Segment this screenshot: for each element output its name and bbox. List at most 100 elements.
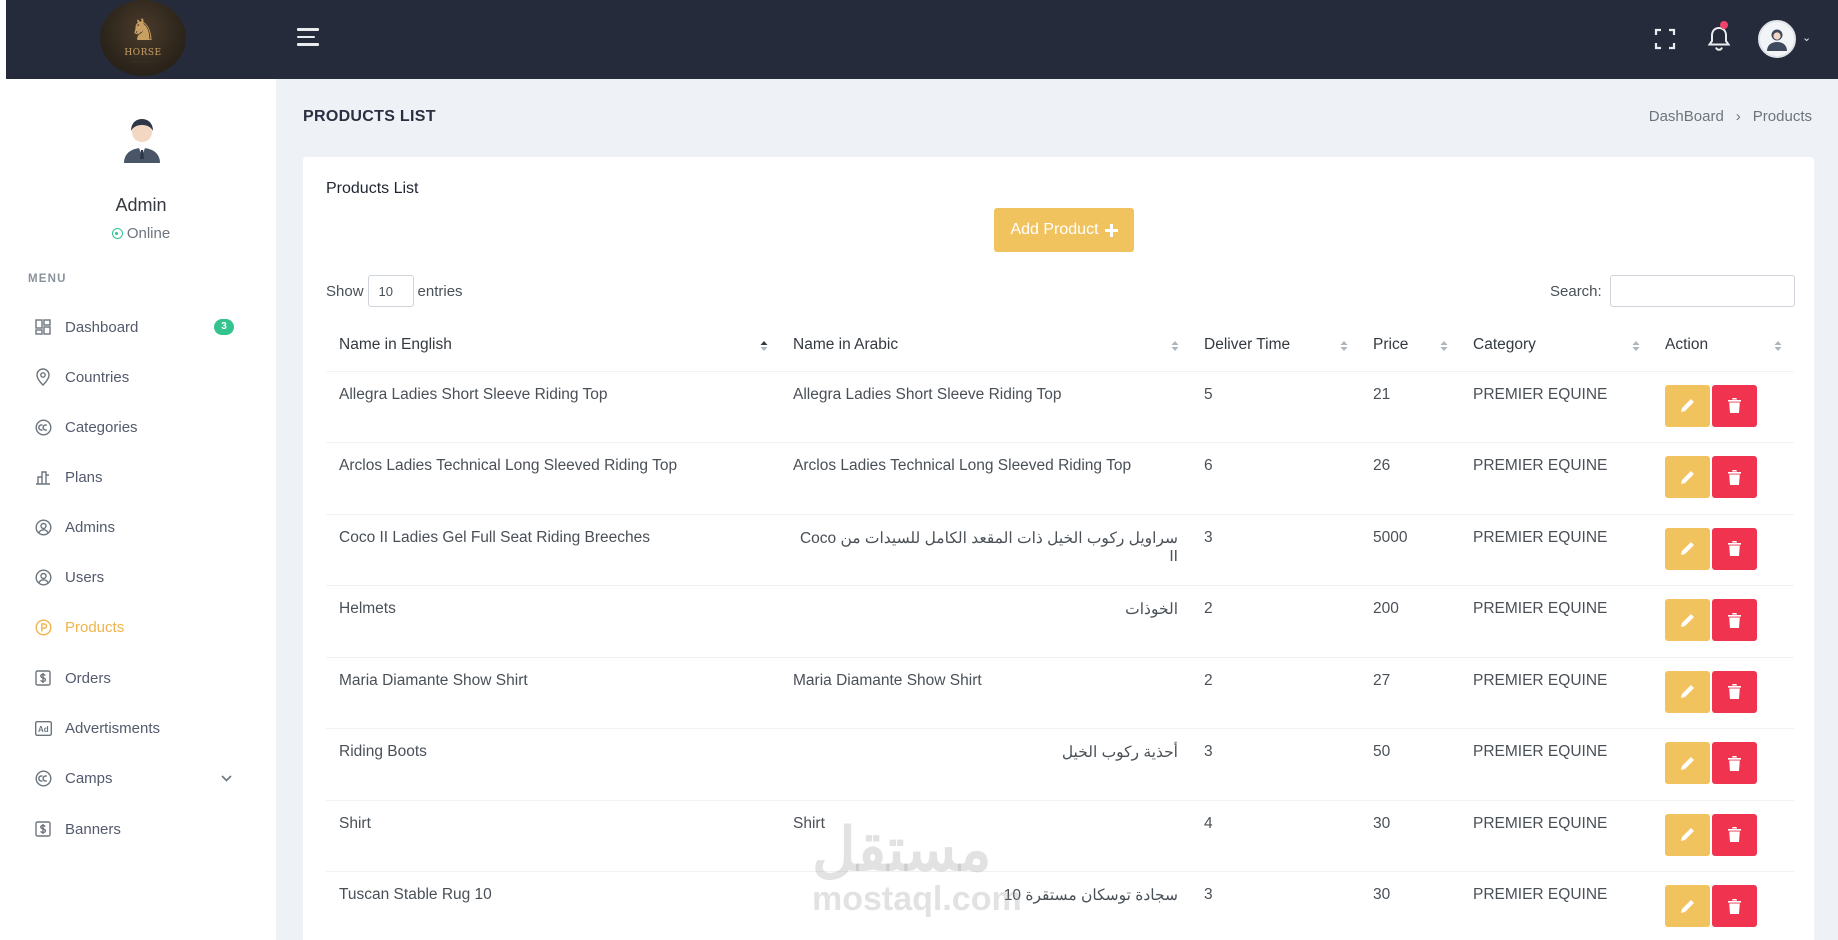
products-table: Name in English Name in Arabic Deliver T… <box>326 319 1794 940</box>
svg-text:Ad: Ad <box>38 725 49 734</box>
product-icon <box>34 618 52 636</box>
delete-button[interactable] <box>1712 456 1757 498</box>
pencil-icon <box>1681 899 1694 913</box>
sidebar-item-countries[interactable]: Countries <box>28 361 258 393</box>
breadcrumb-dashboard[interactable]: DashBoard <box>1649 108 1724 125</box>
sidebar-item-banners[interactable]: Banners <box>28 813 258 845</box>
table-row: Helmets الخوذات 2 200 PREMIER EQUINE <box>326 585 1794 658</box>
column-header-category[interactable]: Category <box>1460 319 1652 372</box>
trash-icon <box>1728 755 1741 771</box>
delete-button[interactable] <box>1712 813 1757 856</box>
pencil-icon <box>1681 399 1694 412</box>
edit-button[interactable] <box>1665 742 1710 784</box>
cell-deliver-time: 2 <box>1191 585 1360 658</box>
edit-button[interactable] <box>1665 813 1710 856</box>
add-product-button[interactable]: Add Product <box>994 208 1134 252</box>
column-header-deliver-time[interactable]: Deliver Time <box>1191 319 1360 372</box>
cell-deliver-time: 3 <box>1191 871 1360 940</box>
notification-bell-icon[interactable] <box>1706 24 1732 52</box>
dashboard-icon <box>34 318 52 336</box>
fullscreen-icon[interactable] <box>1654 28 1676 50</box>
cell-category: PREMIER EQUINE <box>1460 728 1652 801</box>
cell-name-arabic: أحذية ركوب الخيل <box>780 728 1191 801</box>
cell-deliver-time: 2 <box>1191 657 1360 729</box>
horse-station-logo[interactable]: ♞ HORSE ······· <box>100 0 186 76</box>
cell-deliver-time: 5 <box>1191 371 1360 443</box>
edit-button[interactable] <box>1665 599 1710 641</box>
table-row: Arclos Ladies Technical Long Sleeved Rid… <box>326 442 1794 515</box>
column-header-name-english[interactable]: Name in English <box>326 319 780 372</box>
chevron-down-icon[interactable]: ⌄ <box>1802 31 1811 44</box>
sidebar-item-label: Countries <box>65 368 130 386</box>
cell-price: 200 <box>1360 585 1460 658</box>
search-input[interactable] <box>1609 275 1795 307</box>
delete-button[interactable] <box>1712 670 1757 713</box>
menu-title: MENU <box>28 273 67 285</box>
sort-icon <box>1440 341 1448 351</box>
sidebar-item-users[interactable]: Users <box>28 561 258 593</box>
table-row: Maria Diamante Show Shirt Maria Diamante … <box>326 657 1794 729</box>
card-title: Products List <box>326 180 419 197</box>
sidebar-item-label: Plans <box>65 468 103 486</box>
sidebar-item-products[interactable]: Products <box>28 611 258 643</box>
sidebar-item-dashboard[interactable]: Dashboard 3 <box>28 311 258 343</box>
entries-select[interactable]: 10 <box>367 275 414 307</box>
admin-avatar-icon <box>124 119 160 163</box>
sidebar-item-orders[interactable]: Orders <box>28 662 258 694</box>
user-circle-icon <box>34 568 52 586</box>
sidebar-item-label: Users <box>65 568 105 586</box>
dollar-square-icon <box>34 820 52 838</box>
column-header-action[interactable]: Action <box>1652 319 1794 372</box>
delete-button[interactable] <box>1712 885 1757 927</box>
table-row: Tuscan Stable Rug 10 سجادة توسكان مستقرة … <box>326 871 1794 940</box>
column-header-price[interactable]: Price <box>1360 319 1460 372</box>
breadcrumb-current: Products <box>1752 108 1812 125</box>
app-frame: ♞ HORSE ······· ⌄ Admin Online MENU Dash… <box>6 0 1838 940</box>
cell-actions <box>1652 371 1794 443</box>
column-header-name-arabic[interactable]: Name in Arabic <box>780 319 1191 372</box>
cell-category: PREMIER EQUINE <box>1460 514 1652 586</box>
sidebar-item-camps[interactable]: Camps <box>28 762 258 794</box>
admin-status: Online <box>6 225 276 242</box>
cell-deliver-time: 4 <box>1191 800 1360 872</box>
ad-icon: Ad <box>34 719 52 737</box>
delete-button[interactable] <box>1712 384 1757 427</box>
user-circle-icon <box>34 518 52 536</box>
cell-name-english: Maria Diamante Show Shirt <box>326 657 780 729</box>
online-status-icon <box>111 228 123 239</box>
sidebar-item-plans[interactable]: Plans <box>28 461 258 493</box>
trash-icon <box>1728 684 1741 699</box>
cell-name-english: Shirt <box>326 800 780 872</box>
edit-button[interactable] <box>1665 885 1710 927</box>
user-avatar[interactable] <box>1758 20 1796 58</box>
cell-actions <box>1652 728 1794 801</box>
sidebar-item-advertisments[interactable]: Ad Advertisments <box>28 712 258 744</box>
cell-name-english: Riding Boots <box>326 728 780 801</box>
delete-button[interactable] <box>1712 742 1757 784</box>
sidebar-item-label: Dashboard <box>65 318 139 336</box>
cell-price: 30 <box>1360 800 1460 872</box>
cell-name-english: Arclos Ladies Technical Long Sleeved Rid… <box>326 442 780 515</box>
search-label: Search: <box>1550 282 1602 300</box>
edit-button[interactable] <box>1665 456 1710 498</box>
sidebar-item-label: Camps <box>65 769 113 787</box>
cell-deliver-time: 3 <box>1191 728 1360 801</box>
products-card: Products List Add Product Show 10 entrie… <box>303 157 1814 940</box>
copyright-icon <box>34 418 52 436</box>
cell-category: PREMIER EQUINE <box>1460 800 1652 872</box>
menu-toggle-icon[interactable] <box>297 28 321 50</box>
entries-value: 10 <box>378 283 393 299</box>
sidebar-item-categories[interactable]: Categories <box>28 411 258 443</box>
entries-control: Show 10 entries <box>326 275 463 307</box>
edit-button[interactable] <box>1665 527 1710 570</box>
sidebar-item-label: Products <box>65 618 125 636</box>
cell-actions <box>1652 800 1794 872</box>
edit-button[interactable] <box>1665 670 1710 713</box>
cell-category: PREMIER EQUINE <box>1460 442 1652 515</box>
logo-sub-text: ······· <box>131 59 155 64</box>
edit-button[interactable] <box>1665 384 1710 427</box>
delete-button[interactable] <box>1712 599 1757 641</box>
sidebar-item-admins[interactable]: Admins <box>28 511 258 543</box>
pencil-icon <box>1681 613 1694 627</box>
delete-button[interactable] <box>1712 527 1757 570</box>
